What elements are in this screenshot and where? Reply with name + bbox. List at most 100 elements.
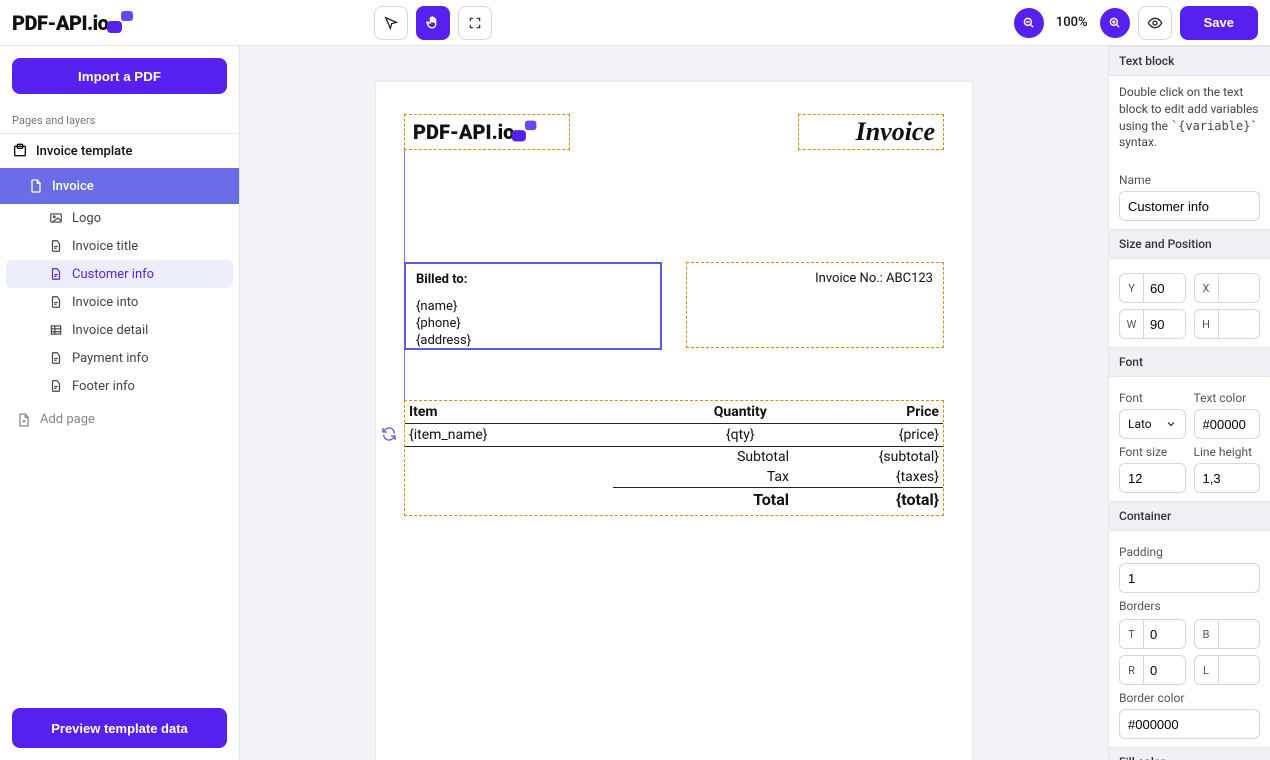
layer-label: Footer info (72, 379, 135, 394)
topbar: PDF-API.io 100% Save (0, 0, 1270, 46)
text-icon (48, 378, 64, 394)
font-size-label: Font size (1119, 445, 1186, 459)
layer-logo[interactable]: Logo (0, 204, 239, 232)
fill-color-title: Fill color (1109, 747, 1270, 760)
block-logo[interactable]: PDF-API.io (404, 114, 570, 150)
border-b-input[interactable] (1219, 620, 1260, 648)
text-color-label: Text color (1194, 391, 1261, 405)
canvas[interactable]: PDF-API.io Invoice Billed to: {name} {ph… (240, 46, 1108, 760)
layer-invoice-detail[interactable]: Invoice detail (0, 316, 239, 344)
block-logo-text: PDF-API.io (413, 120, 514, 144)
x-label: X (1195, 274, 1219, 302)
font-label: Font (1119, 391, 1186, 405)
subtotal-value: {subtotal} (819, 449, 939, 465)
border-color-input[interactable] (1119, 709, 1260, 739)
customer-name: {name} (416, 299, 650, 316)
fullscreen-tool-button[interactable] (458, 6, 492, 40)
block-title-text: Invoice (856, 117, 935, 147)
border-r-label: R (1120, 656, 1144, 684)
border-t-input[interactable] (1144, 620, 1185, 648)
preview-eye-button[interactable] (1138, 6, 1172, 40)
cursor-tool-button[interactable] (374, 6, 408, 40)
template-root-label: Invoice template (36, 144, 132, 159)
layer-payment-info[interactable]: Payment info (0, 344, 239, 372)
line-height-label: Line height (1194, 445, 1261, 459)
block-type-title: Text block (1109, 46, 1270, 76)
page-surface[interactable]: PDF-API.io Invoice Billed to: {name} {ph… (376, 82, 972, 760)
borders-label: Borders (1119, 599, 1260, 613)
page-icon (28, 178, 44, 194)
layer-footer-info[interactable]: Footer info (0, 372, 239, 400)
font-section-title: Font (1109, 347, 1270, 377)
save-button[interactable]: Save (1180, 6, 1258, 40)
total-value: {total} (819, 490, 939, 509)
customer-phone: {phone} (416, 316, 650, 333)
customer-address: {address} (416, 333, 650, 350)
th-qty: Quantity (674, 404, 807, 420)
properties-panel: Text block Double click on the text bloc… (1108, 46, 1270, 760)
layer-invoice-into[interactable]: Invoice into (0, 288, 239, 316)
border-t-label: T (1120, 620, 1144, 648)
template-icon (12, 143, 28, 159)
text-color-input[interactable] (1194, 409, 1261, 439)
app-logo: PDF-API.io (12, 11, 132, 35)
y-input[interactable] (1144, 274, 1185, 302)
chevron-down-icon (1165, 418, 1177, 430)
table-icon (48, 322, 64, 338)
font-select[interactable]: Lato (1119, 409, 1186, 439)
font-size-input[interactable] (1119, 463, 1186, 493)
page-item-label: Invoice (52, 179, 94, 194)
layer-customer-info[interactable]: Customer info (6, 260, 233, 288)
border-l-input[interactable] (1219, 656, 1260, 684)
add-page-button[interactable]: Add page (0, 401, 239, 438)
app-logo-text: PDF-API.io (12, 11, 108, 35)
import-pdf-button[interactable]: Import a PDF (12, 58, 227, 94)
h-input[interactable] (1219, 310, 1260, 338)
tax-label: Tax (659, 469, 819, 485)
layer-invoice-title[interactable]: Invoice title (0, 232, 239, 260)
container-section-title: Container (1109, 501, 1270, 531)
text-icon (48, 238, 64, 254)
loop-icon (381, 426, 397, 442)
name-input[interactable] (1119, 191, 1260, 221)
invoice-number: Invoice No.: ABC123 (697, 271, 933, 286)
line-height-input[interactable] (1194, 463, 1261, 493)
text-icon (48, 350, 64, 366)
td-qty: {qty} (674, 427, 807, 443)
padding-input[interactable] (1119, 563, 1260, 593)
zoom-in-button[interactable] (1100, 8, 1130, 38)
zoom-out-button[interactable] (1014, 8, 1044, 38)
plus-page-icon (16, 412, 32, 428)
y-label: Y (1120, 274, 1144, 302)
logo-bubbles-icon (110, 14, 132, 32)
customer-heading: Billed to: (416, 272, 650, 289)
layer-label: Payment info (72, 351, 148, 366)
hand-tool-button[interactable] (416, 6, 450, 40)
block-invoice-title[interactable]: Invoice (798, 114, 944, 150)
border-r-input[interactable] (1144, 656, 1185, 684)
border-color-label: Border color (1119, 691, 1260, 705)
preview-template-data-button[interactable]: Preview template data (12, 708, 227, 748)
th-item: Item (409, 404, 674, 420)
w-input[interactable] (1144, 310, 1185, 338)
subtotal-label: Subtotal (659, 449, 819, 465)
image-icon (48, 210, 64, 226)
right-tools: 100% Save (1014, 6, 1258, 40)
template-root-item[interactable]: Invoice template (0, 134, 239, 168)
block-invoice-detail[interactable]: Item Quantity Price {item_name} {qty} {p… (404, 400, 944, 516)
total-label: Total (659, 490, 819, 509)
font-value: Lato (1128, 417, 1152, 431)
layer-label: Logo (72, 211, 101, 226)
zoom-level: 100% (1052, 15, 1092, 30)
block-invoice-into[interactable]: Invoice No.: ABC123 (686, 262, 944, 348)
text-icon (48, 266, 64, 282)
page-item-invoice[interactable]: Invoice (0, 168, 239, 204)
layer-label: Invoice title (72, 239, 138, 254)
x-input[interactable] (1219, 274, 1260, 302)
w-label: W (1120, 310, 1144, 338)
block-customer-info[interactable]: Billed to: {name} {phone} {address} (404, 262, 662, 350)
td-price: {price} (807, 427, 940, 443)
size-position-title: Size and Position (1109, 229, 1270, 259)
layer-label: Invoice detail (72, 323, 148, 338)
td-item: {item_name} (409, 427, 674, 443)
